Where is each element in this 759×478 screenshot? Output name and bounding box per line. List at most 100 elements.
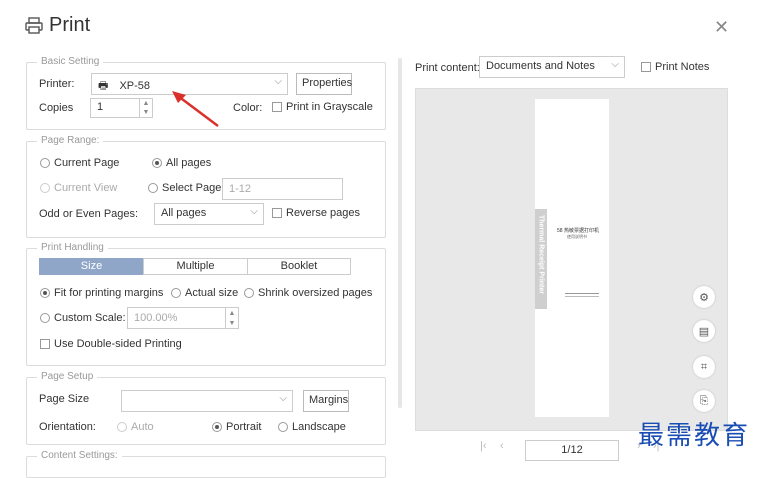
print-content-value: Documents and Notes <box>486 60 595 72</box>
margins-button[interactable]: Margins <box>303 390 349 412</box>
page-setup-legend: Page Setup <box>37 371 98 382</box>
landscape-radio[interactable]: Landscape <box>278 421 346 433</box>
page-zoom-icon[interactable]: ⎘ <box>693 390 715 412</box>
dialog-title-text: Print <box>49 14 91 36</box>
reverse-check-icon[interactable] <box>272 208 282 218</box>
watermark: 最需教育 <box>638 421 751 451</box>
copies-spin[interactable]: ▲ ▼ <box>139 99 152 117</box>
page-line <box>565 293 599 294</box>
print-notes-checkbox[interactable]: Print Notes <box>641 61 709 73</box>
scrollbar[interactable] <box>398 58 402 408</box>
printer-icon <box>25 17 43 34</box>
portrait-label: Portrait <box>226 421 262 433</box>
page-size-label: Page Size <box>39 393 90 405</box>
copies-label: Copies <box>39 102 74 114</box>
radio-icon[interactable] <box>244 288 254 298</box>
current-view-radio[interactable]: Current View <box>40 182 117 194</box>
odd-even-label: Odd or Even Pages: <box>39 208 139 220</box>
radio-disabled-icon <box>117 422 127 432</box>
all-pages-label: All pages <box>166 157 212 169</box>
radio-selected-icon[interactable] <box>212 422 222 432</box>
printer-small-icon: 🖶 <box>98 80 109 92</box>
basic-setting-legend: Basic Setting <box>37 56 104 67</box>
grayscale-label: Print in Grayscale <box>286 101 373 113</box>
page-rotated-text: Thermal Receipt Printer <box>537 215 545 294</box>
odd-even-select[interactable]: All pages ⌵ <box>154 203 264 225</box>
fit-margins-label: Fit for printing margins <box>54 287 164 299</box>
double-sided-label: Use Double-sided Printing <box>54 338 182 350</box>
shrink-oversized-radio[interactable]: Shrink oversized pages <box>244 287 372 299</box>
content-settings-legend: Content Settings: <box>37 450 122 461</box>
custom-scale-label: Custom Scale: <box>54 312 126 324</box>
fit-margins-radio[interactable]: Fit for printing margins <box>40 287 163 299</box>
auto-radio[interactable]: Auto <box>117 421 154 433</box>
radio-icon[interactable] <box>40 158 50 168</box>
properties-button[interactable]: Properties <box>296 73 352 95</box>
select-page-radio[interactable]: Select Page: <box>148 182 224 194</box>
radio-icon[interactable] <box>148 183 158 193</box>
first-page-icon[interactable]: |‹ <box>480 440 487 452</box>
chevron-down-icon: ⌵ <box>250 206 258 217</box>
page-title-cn: 58 热敏票据打印机 <box>557 228 599 234</box>
copies-value: 1 <box>97 101 104 113</box>
custom-scale-value: 100.00% <box>134 312 178 324</box>
print-content-select[interactable]: Documents and Notes ⌵ <box>479 56 625 78</box>
select-page-input[interactable]: 1-12 <box>222 178 343 200</box>
radio-selected-icon[interactable] <box>40 288 50 298</box>
grayscale-checkbox[interactable]: Print in Grayscale <box>272 101 373 113</box>
custom-scale-radio[interactable]: Custom Scale: <box>40 312 126 324</box>
annotation-arrow-icon <box>172 91 219 127</box>
page-size-select[interactable]: ⌵ <box>121 390 293 412</box>
grayscale-check-icon[interactable] <box>272 102 282 112</box>
print-handling-legend: Print Handling <box>37 242 108 253</box>
radio-icon[interactable] <box>171 288 181 298</box>
portrait-radio[interactable]: Portrait <box>212 421 261 433</box>
reverse-pages-label: Reverse pages <box>286 207 360 219</box>
page-range-legend: Page Range: <box>37 135 104 146</box>
radio-disabled-icon <box>40 183 50 193</box>
copies-stepper[interactable]: 1 ▲ ▼ <box>90 98 153 118</box>
current-view-label: Current View <box>54 182 118 194</box>
dialog-title: Print <box>25 14 90 37</box>
preview-page: Thermal Receipt Printer 58 热敏票据打印机 使用说明书 <box>535 99 609 417</box>
printer-label: Printer: <box>39 78 75 90</box>
radio-selected-icon[interactable] <box>152 158 162 168</box>
all-pages-radio[interactable]: All pages <box>152 157 211 169</box>
double-sided-check-icon[interactable] <box>40 339 50 349</box>
chevron-down-icon: ⌵ <box>279 393 287 404</box>
reverse-pages-checkbox[interactable]: Reverse pages <box>272 207 360 219</box>
select-page-label: Select Page: <box>162 182 225 194</box>
color-label: Color: <box>233 102 263 114</box>
prev-page-icon[interactable]: ‹ <box>500 440 504 452</box>
printer-value: XP-58 <box>119 80 151 92</box>
odd-even-value: All pages <box>161 207 207 219</box>
fit-width-icon[interactable]: ⚙ <box>693 286 715 308</box>
document-settings-icon[interactable]: ▤ <box>693 320 715 342</box>
actual-size-label: Actual size <box>185 287 239 299</box>
shrink-oversized-label: Shrink oversized pages <box>258 287 373 299</box>
page-indicator[interactable]: 1/12 <box>525 440 619 461</box>
print-content-label: Print content: <box>415 62 480 74</box>
landscape-label: Landscape <box>292 421 346 433</box>
radio-icon[interactable] <box>278 422 288 432</box>
actual-size-radio[interactable]: Actual size <box>171 287 238 299</box>
print-notes-check-icon[interactable] <box>641 62 651 72</box>
double-sided-checkbox[interactable]: Use Double-sided Printing <box>40 338 182 350</box>
custom-scale-spin[interactable]: ▲ ▼ <box>225 308 238 328</box>
print-notes-label: Print Notes <box>655 61 710 73</box>
chevron-down-icon: ⌵ <box>274 76 282 87</box>
orientation-label: Orientation: <box>39 421 96 433</box>
tab-booklet[interactable]: Booklet <box>247 258 351 275</box>
chevron-down-icon: ⌵ <box>611 59 619 70</box>
current-page-label: Current Page <box>54 157 120 169</box>
auto-label: Auto <box>131 421 154 433</box>
tab-multiple[interactable]: Multiple <box>143 258 248 275</box>
page-subtitle-cn: 使用说明书 <box>567 234 587 239</box>
radio-icon[interactable] <box>40 313 50 323</box>
page-line <box>565 296 599 297</box>
crop-icon[interactable]: ⌗ <box>693 356 715 378</box>
current-page-radio[interactable]: Current Page <box>40 157 119 169</box>
tab-size[interactable]: Size <box>39 258 144 275</box>
custom-scale-stepper[interactable]: 100.00% ▲ ▼ <box>127 307 239 329</box>
close-icon[interactable]: ✕ <box>714 17 729 38</box>
